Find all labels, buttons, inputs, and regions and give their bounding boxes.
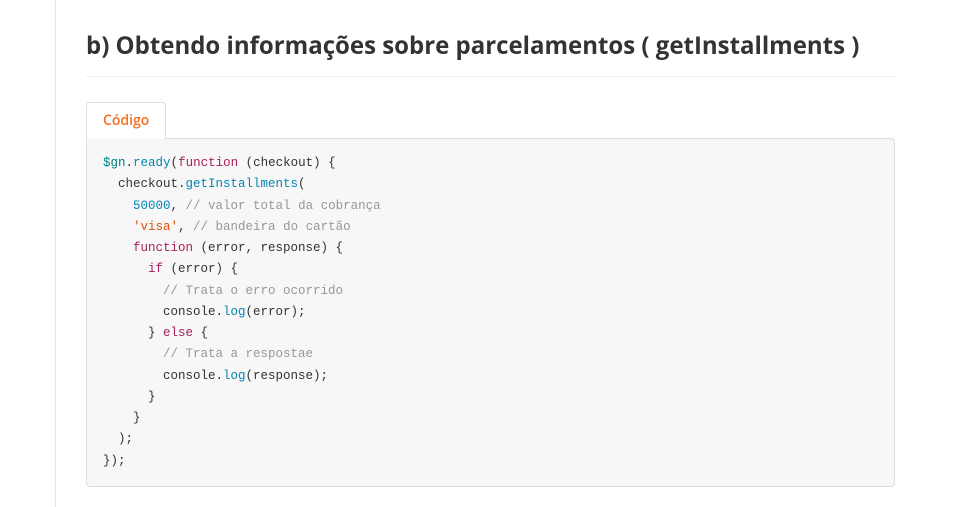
tabs-row: Código — [86, 102, 895, 139]
code-line: 50000, // valor total da cobrança — [103, 196, 878, 217]
code-line: console.log(error); — [103, 302, 878, 323]
code-line: function (error, response) { — [103, 238, 878, 259]
code-line: } — [103, 387, 878, 408]
section-heading: b) Obtendo informações sobre parcelament… — [86, 30, 895, 61]
code-block: $gn.ready(function (checkout) { checkout… — [86, 138, 895, 487]
code-line: } — [103, 408, 878, 429]
code-line: }); — [103, 451, 878, 472]
code-line: // Trata o erro ocorrido — [103, 281, 878, 302]
code-line: checkout.getInstallments( — [103, 174, 878, 195]
divider — [86, 76, 895, 77]
content-area: b) Obtendo informações sobre parcelament… — [55, 0, 925, 507]
code-line: 'visa', // bandeira do cartão — [103, 217, 878, 238]
code-line: console.log(response); — [103, 366, 878, 387]
code-line: $gn.ready(function (checkout) { — [103, 153, 878, 174]
code-line: // Trata a respostae — [103, 344, 878, 365]
tab-code[interactable]: Código — [86, 102, 166, 139]
code-line: if (error) { — [103, 259, 878, 280]
code-line: ); — [103, 429, 878, 450]
code-line: } else { — [103, 323, 878, 344]
